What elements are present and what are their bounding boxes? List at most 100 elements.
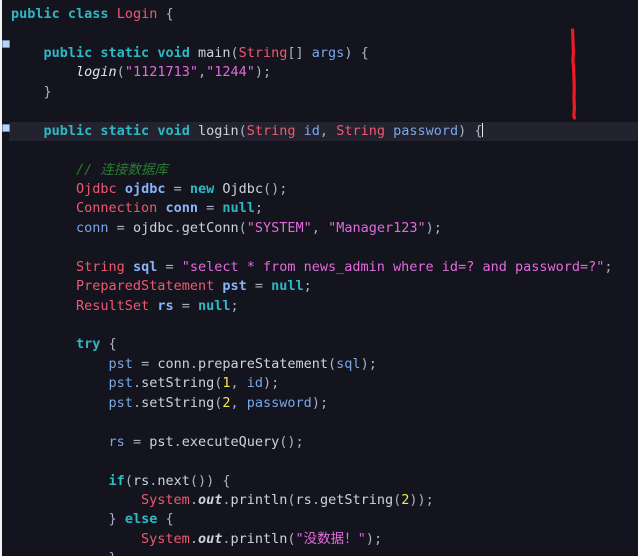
code-token: id [303,122,320,139]
code-token: { [157,511,174,528]
code-token: , [311,219,329,236]
code-token: . [132,394,142,411]
code-token: ( [116,64,125,81]
code-token: "没数据！" [295,530,366,547]
code-token: } [109,550,117,556]
code-token: password [393,122,459,139]
code-token: Ojdbc [222,180,263,197]
code-editor[interactable]: public class Login { public static void … [0,0,638,556]
code-token: sql [132,258,158,275]
code-token: . [132,375,142,392]
code-line[interactable]: System.out.println(rs.getString(2)); [9,491,638,510]
code-token: . [173,433,182,450]
code-line[interactable]: Ojdbc ojdbc = new Ojdbc(); [9,180,638,199]
code-token: } [108,511,125,528]
code-line[interactable]: login("1121713","1244"); [9,63,638,82]
code-line[interactable] [9,413,638,432]
code-token: ); [254,64,272,81]
code-fold-marker[interactable] [2,124,10,132]
code-token: setString [141,394,215,411]
code-token: 1 [222,375,231,392]
code-line[interactable] [9,24,638,43]
code-content[interactable]: public class Login { public static void … [9,0,638,556]
code-token: out [197,530,223,547]
code-token: , [319,122,337,139]
code-token: ; [254,200,263,217]
code-token: ; [303,278,312,295]
code-token: ojdbc [132,219,174,236]
code-token: = [108,219,133,236]
code-token: conn [165,200,198,217]
code-token: ( [124,472,133,489]
code-token: void [157,122,198,139]
code-token: pst [108,355,133,372]
code-line[interactable]: try { [9,335,638,354]
code-line[interactable]: // 连接数据库 [9,161,638,180]
code-line[interactable]: pst.setString(1, id); [9,374,638,393]
code-line[interactable]: public class Login { [9,5,638,24]
code-line[interactable]: System.out.println("没数据！"); [9,530,638,549]
code-token: rs [132,472,150,489]
code-token: . [311,491,320,508]
code-line[interactable]: pst.setString(2, password); [9,394,638,413]
code-line[interactable]: pst = conn.prepareStatement(sql); [9,355,638,374]
code-line[interactable] [9,238,638,257]
code-line[interactable]: rs = pst.executeQuery(); [9,433,638,452]
code-line[interactable] [9,452,638,471]
code-token: pst [222,278,247,295]
code-token: ( [238,219,247,236]
code-token: ( [328,355,337,372]
code-line[interactable]: } else { [9,510,638,529]
code-line[interactable]: Connection conn = null; [9,199,638,218]
code-token: // 连接数据库 [76,161,168,178]
code-token: ); [360,355,377,372]
code-line[interactable]: if(rs.next()) { [9,472,638,491]
code-token: new [189,180,223,197]
code-token: pst [108,375,133,392]
code-token: , [197,64,207,81]
code-token: login [197,122,239,139]
code-token: ; [604,258,613,275]
code-token: ( [230,44,239,61]
code-line[interactable] [9,141,638,160]
code-line-current[interactable]: public static void login(String id, Stri… [9,121,638,142]
code-token: System [141,530,190,547]
code-token: System [141,491,190,508]
code-line[interactable]: } [9,549,638,556]
code-token: String [336,122,394,139]
code-token: PreparedStatement [76,278,223,295]
code-token: ); [311,394,329,411]
code-token: = [173,297,198,314]
code-line[interactable]: PreparedStatement pst = null; [9,277,638,296]
code-token: println [230,491,288,508]
code-line[interactable]: conn = ojdbc.getConn("SYSTEM", "Manager1… [9,219,638,238]
code-line[interactable]: ResultSet rs = null; [9,297,638,316]
code-line[interactable] [9,316,638,335]
code-token: pst [108,394,133,411]
code-token: String [238,44,288,61]
code-token: ); [425,219,442,236]
editor-gutter[interactable] [0,0,10,556]
code-fold-marker[interactable] [2,40,10,48]
code-token: ( [238,122,247,139]
code-line[interactable]: } [9,83,638,102]
code-line[interactable] [9,102,638,121]
code-line[interactable]: String sql = "select * from news_admin w… [9,258,638,277]
code-line[interactable]: public static void main(String[] args) { [9,44,638,63]
code-token: 2 [222,394,231,411]
code-token: public [43,44,101,61]
code-token: public [43,122,101,139]
code-token: ; [230,297,239,314]
code-token: static [100,44,158,61]
code-token: ( [287,530,296,547]
code-token: rs [108,433,125,450]
